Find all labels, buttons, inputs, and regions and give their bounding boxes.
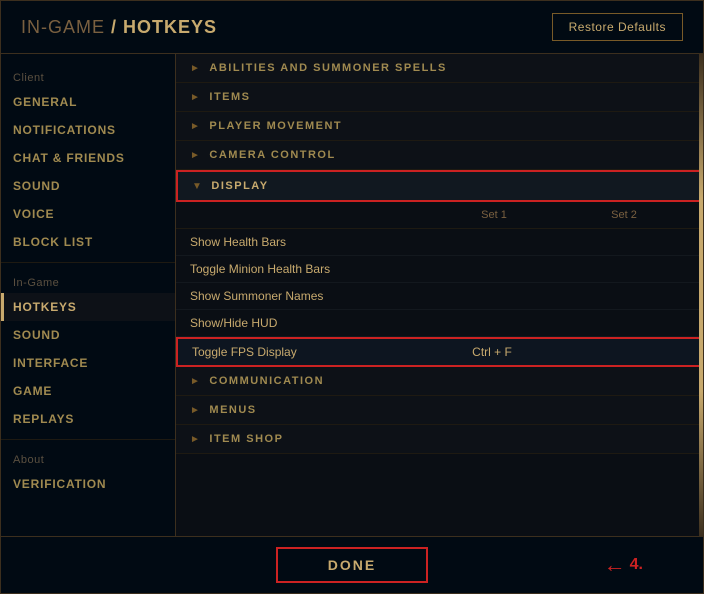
chevron-items: ► xyxy=(190,92,201,103)
hotkey-table-header: Set 1 Set 2 xyxy=(176,202,703,229)
hotkey-name-show-health: Show Health Bars xyxy=(190,235,429,249)
section-items-label: ITEMS xyxy=(209,91,250,103)
breadcrumb-current: HOTKEYS xyxy=(123,17,217,37)
section-item-shop-label: ITEM SHOP xyxy=(209,433,283,445)
sidebar-item-block-list[interactable]: BLOCK LIST xyxy=(1,228,175,256)
hotkey-row-summoner-names[interactable]: Show Summoner Names xyxy=(176,283,703,310)
sidebar-item-game[interactable]: GAME xyxy=(1,377,175,405)
fps-row-wrapper: Toggle FPS Display Ctrl + F ← 3. xyxy=(176,337,703,367)
section-communication-label: COMMUNICATION xyxy=(209,375,324,387)
sidebar-item-hotkeys[interactable]: HOTKEYS xyxy=(1,293,175,321)
hotkey-name-toggle-fps: Toggle FPS Display xyxy=(192,345,427,359)
chevron-menus: ► xyxy=(190,405,201,416)
sidebar-item-replays[interactable]: REPLAYS xyxy=(1,405,175,433)
section-player-movement-label: PLAYER MOVEMENT xyxy=(209,120,342,132)
display-section-wrapper: ▼ DISPLAY ← 2. Set 1 Set 2 Show Health B… xyxy=(176,170,703,367)
section-menus[interactable]: ► MENUS xyxy=(176,396,703,425)
hotkey-name-toggle-minion: Toggle Minion Health Bars xyxy=(190,262,429,276)
chevron-display: ▼ xyxy=(192,181,203,192)
sidebar-item-general[interactable]: GENERAL xyxy=(1,88,175,116)
sidebar-item-sound-ingame[interactable]: SOUND xyxy=(1,321,175,349)
hotkey-row-show-hide-hud[interactable]: Show/Hide HUD xyxy=(176,310,703,337)
section-camera-control[interactable]: ► CAMERA CONTROL xyxy=(176,141,703,170)
sidebar-item-interface[interactable]: INTERFACE xyxy=(1,349,175,377)
page-title: IN-GAME / HOTKEYS xyxy=(21,17,217,38)
section-display[interactable]: ▼ DISPLAY xyxy=(176,170,703,202)
chevron-item-shop: ► xyxy=(190,434,201,445)
section-item-shop[interactable]: ► ITEM SHOP xyxy=(176,425,703,454)
gold-border-accent xyxy=(699,54,703,536)
content-area: ► ABILITIES AND SUMMONER SPELLS ► ITEMS … xyxy=(176,54,703,536)
hotkey-row-toggle-minion[interactable]: Toggle Minion Health Bars xyxy=(176,256,703,283)
restore-defaults-button[interactable]: Restore Defaults xyxy=(552,13,683,41)
annotation-4: ← 4. xyxy=(604,552,643,578)
section-items[interactable]: ► ITEMS xyxy=(176,83,703,112)
sidebar-item-notifications[interactable]: NOTIFICATIONS xyxy=(1,116,175,144)
chevron-camera-control: ► xyxy=(190,150,201,161)
chevron-communication: ► xyxy=(190,376,201,387)
sidebar-item-sound[interactable]: SOUND xyxy=(1,172,175,200)
sidebar-section-ingame: In-Game xyxy=(1,269,175,293)
section-player-movement[interactable]: ► PLAYER MOVEMENT xyxy=(176,112,703,141)
section-display-label: DISPLAY xyxy=(211,180,268,192)
chevron-abilities: ► xyxy=(190,63,201,74)
chevron-player-movement: ► xyxy=(190,121,201,132)
hotkey-name-show-hide-hud: Show/Hide HUD xyxy=(190,316,429,330)
sidebar-divider-2 xyxy=(1,439,175,440)
app-container: IN-GAME / HOTKEYS Restore Defaults Clien… xyxy=(0,0,704,594)
hotkey-row-show-health[interactable]: Show Health Bars xyxy=(176,229,703,256)
sidebar: Client GENERAL NOTIFICATIONS CHAT & FRIE… xyxy=(1,54,176,536)
col-header-set2: Set 2 xyxy=(559,206,689,224)
col-header-name xyxy=(190,206,429,224)
sidebar-item-chat-friends[interactable]: CHAT & FRIENDS xyxy=(1,144,175,172)
done-button[interactable]: DONE xyxy=(276,547,428,583)
main-layout: Client GENERAL NOTIFICATIONS CHAT & FRIE… xyxy=(1,54,703,536)
header: IN-GAME / HOTKEYS Restore Defaults xyxy=(1,1,703,54)
section-communication[interactable]: ► COMMUNICATION xyxy=(176,367,703,396)
hotkey-name-summoner-names: Show Summoner Names xyxy=(190,289,429,303)
hotkey-row-toggle-fps[interactable]: Toggle FPS Display Ctrl + F xyxy=(176,337,703,367)
hotkey-set1-toggle-fps: Ctrl + F xyxy=(427,345,557,359)
footer: DONE ← 4. xyxy=(1,536,703,593)
sidebar-item-verification[interactable]: VERIFICATION xyxy=(1,470,175,498)
breadcrumb-ingame: IN-GAME xyxy=(21,17,105,37)
section-abilities[interactable]: ► ABILITIES AND SUMMONER SPELLS xyxy=(176,54,703,83)
sidebar-section-client: Client xyxy=(1,64,175,88)
sidebar-about-label: About xyxy=(1,446,175,470)
section-camera-control-label: CAMERA CONTROL xyxy=(209,149,335,161)
breadcrumb-separator: / xyxy=(111,17,123,37)
section-abilities-label: ABILITIES AND SUMMONER SPELLS xyxy=(209,62,446,74)
col-header-set1: Set 1 xyxy=(429,206,559,224)
sidebar-divider xyxy=(1,262,175,263)
section-menus-label: MENUS xyxy=(209,404,256,416)
sidebar-item-voice[interactable]: VOICE xyxy=(1,200,175,228)
